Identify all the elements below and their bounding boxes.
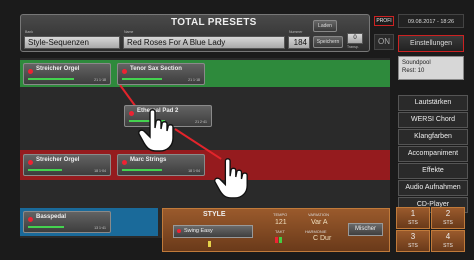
slot-indicator bbox=[122, 160, 127, 165]
sts-button-3[interactable]: 3 STS bbox=[396, 230, 430, 252]
soundpool-rest: Rest: 10 bbox=[402, 68, 425, 74]
sound-slot[interactable]: Basspedal 13 1·41 bbox=[23, 211, 111, 233]
speichern-button[interactable]: Speichern bbox=[313, 36, 343, 48]
slot-name: Basspedal bbox=[36, 214, 67, 220]
soundpool-info: Soundpool Rest: 10 bbox=[398, 56, 464, 80]
sts-button-4[interactable]: 4 STS bbox=[431, 230, 465, 252]
slot-number: 18 1·04 bbox=[188, 169, 200, 173]
sts-button-1[interactable]: 1 STS bbox=[396, 207, 430, 229]
laden-button[interactable]: Laden bbox=[313, 20, 337, 32]
slot-number: 21 1·18 bbox=[94, 78, 106, 82]
slot-level-bar bbox=[122, 78, 162, 80]
page-title: TOTAL PRESETS bbox=[171, 17, 257, 28]
soundpool-title: Soundpool bbox=[402, 60, 431, 66]
slot-level-bar bbox=[28, 169, 62, 171]
hand-pointer-icon bbox=[214, 158, 248, 199]
slot-number: 18 1·04 bbox=[94, 169, 106, 173]
style-indicator bbox=[177, 229, 181, 233]
slot-level-bar bbox=[122, 169, 162, 171]
sts-label: STS bbox=[443, 220, 453, 226]
menu-accompaniment[interactable]: Accompaniment bbox=[398, 146, 468, 162]
sound-slot[interactable]: Streicher Orgel 18 1·04 bbox=[23, 154, 111, 176]
style-title: STYLE bbox=[203, 211, 226, 218]
sts-label: STS bbox=[408, 243, 418, 249]
slot-indicator bbox=[28, 217, 33, 222]
variation-label: VARIATION bbox=[308, 212, 329, 217]
name-label: Name bbox=[124, 30, 134, 34]
sts-number: 3 bbox=[410, 232, 416, 241]
slot-number: 21 2·41 bbox=[195, 120, 207, 124]
slot-name: Streicher Orgel bbox=[36, 66, 80, 72]
sound-slot[interactable]: Tenor Sax Section 21 1·18 bbox=[117, 63, 205, 85]
sts-number: 1 bbox=[410, 209, 416, 218]
profi-label: PROFI bbox=[374, 16, 394, 26]
menu-wersi-chord[interactable]: WERSI Chord bbox=[398, 112, 468, 128]
menu-effekte[interactable]: Effekte bbox=[398, 163, 468, 179]
style-beat-indicator bbox=[208, 241, 211, 247]
harmonie-value: C Dur bbox=[313, 235, 332, 242]
sts-number: 4 bbox=[445, 232, 451, 241]
sts-number: 2 bbox=[445, 209, 451, 218]
slot-level-bar bbox=[28, 226, 64, 228]
transpose-counter[interactable]: 0 bbox=[347, 33, 363, 44]
slot-indicator bbox=[122, 69, 127, 74]
takt-beat-indicator bbox=[279, 237, 282, 243]
preset-header: Bank Name Nummer TOTAL PRESETS Style-Seq… bbox=[20, 14, 370, 52]
slot-level-bar bbox=[28, 78, 74, 80]
sound-slot[interactable]: Streicher Orgel 21 1·18 bbox=[23, 63, 111, 85]
sts-label: STS bbox=[408, 220, 418, 226]
sts-label: STS bbox=[443, 243, 453, 249]
takt-beat-indicator bbox=[275, 237, 278, 243]
preset-number-field[interactable]: 184 bbox=[288, 36, 310, 49]
slot-number: 21 1·18 bbox=[188, 78, 200, 82]
slot-indicator bbox=[28, 69, 33, 74]
bank-label: Bank bbox=[25, 30, 33, 34]
slot-number: 13 1·41 bbox=[94, 226, 106, 230]
total-presets-screen: Bank Name Nummer TOTAL PRESETS Style-Seq… bbox=[0, 0, 474, 260]
einstellungen-button[interactable]: Einstellungen bbox=[398, 35, 464, 52]
tempo-value[interactable]: 121 bbox=[275, 219, 287, 226]
menu-klangfarben[interactable]: Klangfarben bbox=[398, 129, 468, 145]
transpose-label: Transp. bbox=[347, 45, 359, 49]
harmonie-label: HARMONIE bbox=[305, 229, 327, 234]
slot-indicator bbox=[28, 160, 33, 165]
slot-name: Streicher Orgel bbox=[36, 157, 80, 163]
variation-value[interactable]: Var A bbox=[311, 219, 328, 226]
menu-lautstaerken[interactable]: Lautstärken bbox=[398, 95, 468, 111]
slot-indicator bbox=[129, 111, 134, 116]
hand-pointer-icon bbox=[138, 109, 174, 152]
takt-label: TAKT bbox=[275, 229, 285, 234]
menu-audio-aufnahmen[interactable]: Audio Aufnahmen bbox=[398, 180, 468, 196]
style-name: Swing Easy bbox=[184, 228, 213, 234]
bank-field[interactable]: Style-Sequenzen bbox=[24, 36, 120, 49]
slot-name: Marc Strings bbox=[130, 157, 167, 163]
number-label: Nummer bbox=[289, 30, 303, 34]
sound-slot[interactable]: Marc Strings 18 1·04 bbox=[117, 154, 205, 176]
date-time: 09.08.2017 - 18:26 bbox=[398, 14, 464, 28]
tempo-label: TEMPO bbox=[273, 212, 288, 217]
preset-name-field[interactable]: Red Roses For A Blue Lady bbox=[123, 36, 285, 49]
mischer-button[interactable]: Mischer bbox=[348, 223, 383, 236]
style-panel: STYLE Swing Easy TEMPO 121 VARIATION Var… bbox=[162, 208, 390, 252]
profi-toggle[interactable]: PROFI ON bbox=[374, 14, 394, 52]
slot-name: Tenor Sax Section bbox=[130, 66, 182, 72]
profi-on-button[interactable]: ON bbox=[374, 34, 394, 50]
style-select[interactable]: Swing Easy bbox=[173, 225, 253, 238]
sts-button-2[interactable]: 2 STS bbox=[431, 207, 465, 229]
